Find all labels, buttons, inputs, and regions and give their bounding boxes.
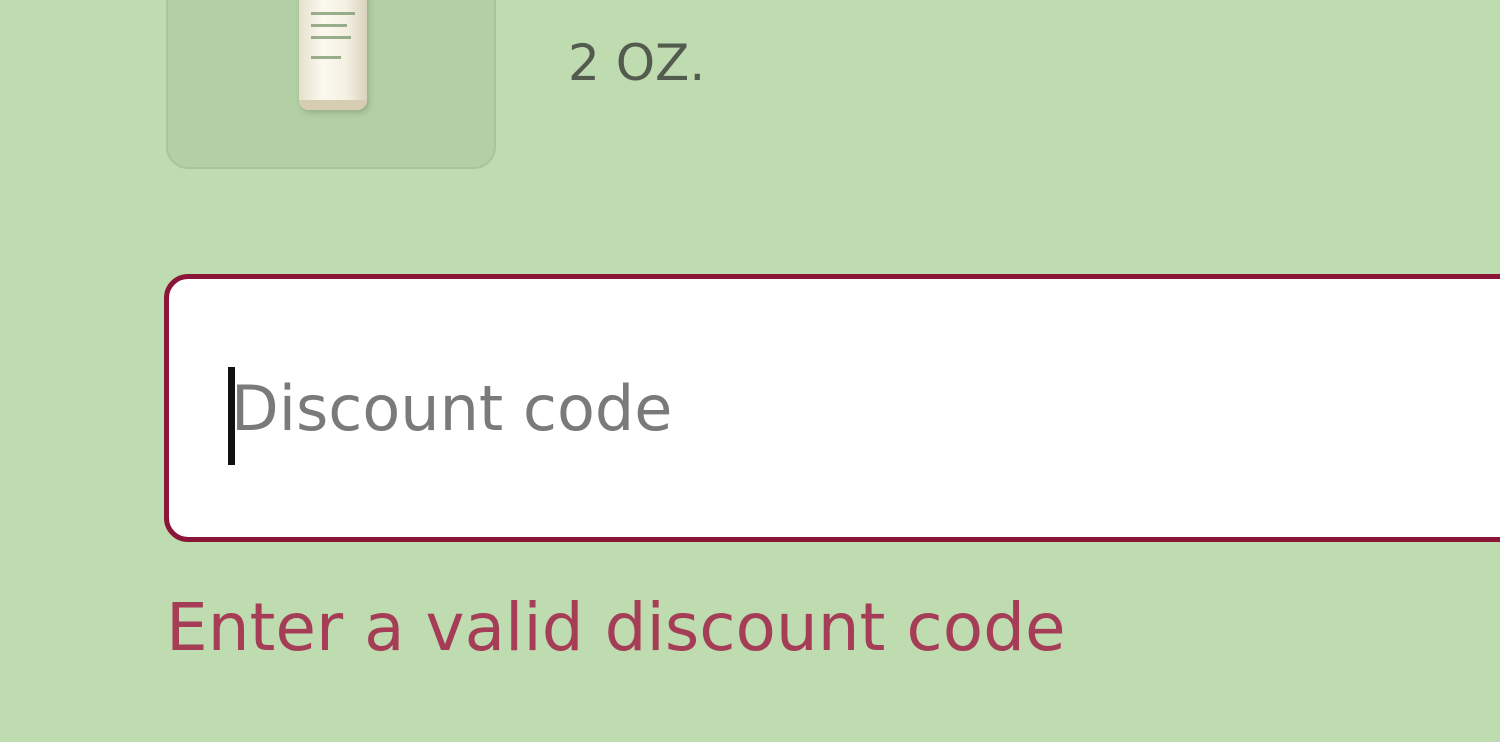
product-variant: 2 OZ. [568, 34, 706, 92]
discount-error-message: Enter a valid discount code [166, 589, 1066, 666]
checkout-order-summary: 2 OZ. Enter a valid discount code [0, 0, 1500, 742]
product-thumbnail [166, 0, 496, 169]
text-caret [228, 367, 235, 465]
discount-code-field[interactable] [164, 274, 1500, 542]
product-bottle-image [299, 0, 367, 110]
discount-code-input[interactable] [223, 279, 1431, 537]
